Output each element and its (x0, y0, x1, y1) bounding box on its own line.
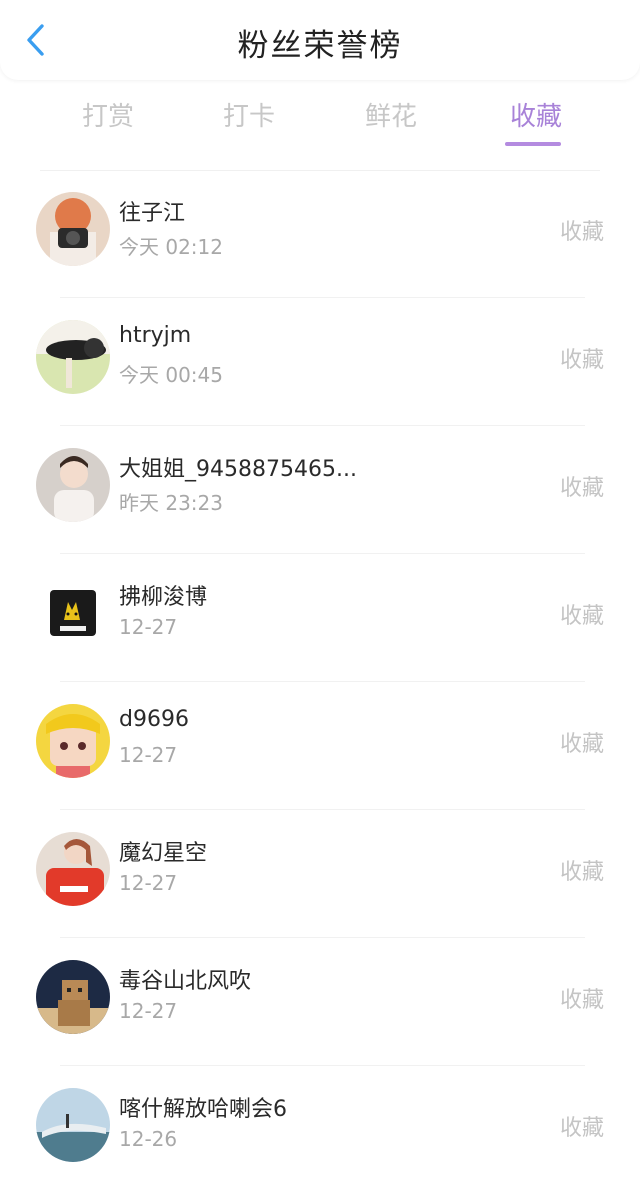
tab-bar: 打赏 打卡 鲜花 收藏 (0, 90, 640, 152)
tab-reward[interactable]: 打赏 (48, 96, 168, 133)
list-item[interactable]: 拂柳浚博 12-27 收藏 (0, 554, 640, 682)
action-label: 收藏 (559, 476, 604, 501)
list-item[interactable]: d9696 12-27 收藏 (0, 682, 640, 810)
action-label: 收藏 (559, 220, 604, 245)
active-tab-indicator (505, 142, 561, 146)
list-item[interactable]: 大姐姐_9458875465... 昨天 23:23 收藏 (0, 426, 640, 554)
avatar (36, 832, 110, 906)
tab-checkin[interactable]: 打卡 (189, 96, 309, 133)
timestamp: 12-27 (119, 871, 178, 895)
avatar (36, 320, 110, 394)
list-item[interactable]: 往子江 今天 02:12 收藏 (0, 170, 640, 298)
tab-label: 鲜花 (364, 102, 417, 132)
list-item[interactable]: 魔幻星空 12-27 收藏 (0, 810, 640, 938)
avatar (50, 590, 96, 636)
action-label: 收藏 (559, 604, 604, 629)
action-label: 收藏 (559, 860, 604, 885)
page-title: 粉丝荣誉榜 (237, 28, 403, 64)
avatar (36, 704, 110, 778)
timestamp: 今天 02:12 (119, 235, 223, 259)
tab-label: 收藏 (509, 102, 562, 132)
avatar (36, 960, 110, 1034)
avatar (36, 1088, 110, 1162)
list-item[interactable]: 喀什解放哈喇会6 12-26 收藏 (0, 1066, 640, 1194)
fan-name: 拂柳浚博 (119, 585, 208, 610)
tab-favorites[interactable]: 收藏 (476, 96, 596, 146)
fan-name: d9696 (119, 707, 189, 732)
timestamp: 昨天 23:23 (119, 491, 223, 515)
tab-flowers[interactable]: 鲜花 (331, 96, 451, 133)
list-item[interactable]: 毒谷山北风吹 12-27 收藏 (0, 938, 640, 1066)
action-label: 收藏 (559, 732, 604, 757)
timestamp: 12-26 (119, 1127, 178, 1151)
timestamp: 12-27 (119, 999, 178, 1023)
fan-name: 大姐姐_9458875465... (119, 457, 357, 482)
list-item[interactable]: htryjm 今天 00:45 收藏 (0, 298, 640, 426)
fan-list: 往子江 今天 02:12 收藏 htryjm 今天 00:45 收藏 大姐姐_9… (0, 170, 640, 1194)
avatar (36, 448, 110, 522)
action-label: 收藏 (559, 988, 604, 1013)
timestamp: 今天 00:45 (119, 363, 223, 387)
tab-label: 打卡 (222, 102, 275, 132)
timestamp: 12-27 (119, 615, 178, 639)
action-label: 收藏 (559, 348, 604, 373)
avatar (36, 192, 110, 266)
action-label: 收藏 (559, 1116, 604, 1141)
fan-name: 魔幻星空 (119, 841, 208, 866)
header-bar: 粉丝荣誉榜 (0, 0, 640, 80)
fan-name: htryjm (119, 323, 192, 348)
fan-name: 往子江 (119, 201, 186, 226)
fan-name: 毒谷山北风吹 (119, 969, 252, 994)
fan-name: 喀什解放哈喇会6 (119, 1097, 287, 1122)
timestamp: 12-27 (119, 743, 178, 767)
tab-label: 打赏 (81, 102, 134, 132)
